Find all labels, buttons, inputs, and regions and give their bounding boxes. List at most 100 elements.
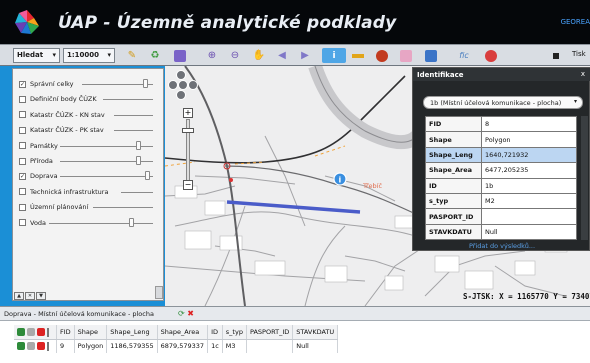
attribute-row[interactable]: Shape_Leng 1640,721932 [425,146,577,164]
tool-select[interactable]: Hledat ▾ [13,48,60,63]
close-icon[interactable]: x [581,70,585,78]
collapse-up-icon[interactable]: ▲ [14,292,24,300]
layer-opacity-thumb[interactable] [136,140,142,150]
attribute-key: Shape [425,131,482,148]
table-cell: 1186,579355 [106,339,158,353]
add-to-results-link[interactable]: Přidat do výsledků... [413,242,590,250]
zoom-in-button[interactable]: + [183,108,193,118]
table-cell: 1c [207,339,223,353]
layer-item[interactable]: ✓ Doprava [19,171,58,181]
zoom-to-icon[interactable] [17,327,25,336]
layer-opacity-thumb[interactable] [129,217,135,227]
layer-checkbox[interactable] [19,126,26,134]
layer-item[interactable]: Územní plánování [19,202,88,212]
attribute-row[interactable]: s_typ M2 [425,192,577,210]
layer-checkbox[interactable] [19,95,26,103]
info-icon[interactable]: i [322,48,346,63]
delete-icon[interactable] [37,327,45,336]
layer-checkbox[interactable] [19,203,26,211]
layer-item[interactable]: ✓ Správní celky [19,79,74,89]
attribute-row[interactable]: Shape_Area 6477,205235 [425,162,577,179]
measure-area-icon[interactable] [374,48,390,63]
attribute-row[interactable]: STAVKDATU Null [425,223,577,241]
recycle-icon[interactable]: ♻ [147,48,163,63]
layer-item[interactable]: Příroda [19,156,53,166]
pin-icon[interactable] [27,342,35,351]
layer-opacity-slider[interactable] [114,130,153,132]
attribute-row[interactable]: Shape Polygon [425,131,577,148]
close-icon[interactable]: ✕ [25,292,35,300]
results-row[interactable]: 9 Polygon 1186,579355 6879,579337 1c M3 Null [14,339,339,353]
zoom-to-icon[interactable] [17,342,25,351]
layer-item[interactable]: Katastr ČÚZK - PK stav [19,125,104,135]
forward-icon[interactable]: ▶ [297,48,313,63]
coordinate-readout: S-JTSK: X = 1165770 Y = 73407 [463,292,590,301]
measure-line-icon[interactable] [350,48,366,63]
scale-select[interactable]: 1:10000 ▾ [63,48,115,63]
layer-opacity-thumb[interactable] [145,171,151,181]
identify-dialog: Identifikace x 1b (Místní účelová komuni… [412,67,590,251]
print-button[interactable]: Tisk [570,48,588,63]
results-header-row: FID Shape Shape_Leng Shape_Area ID s_typ PASPO… [14,325,339,340]
row-checkbox[interactable] [47,342,49,352]
layer-opacity-slider[interactable] [92,207,153,209]
pan-south-icon[interactable] [176,90,186,100]
table-cell: 6879,579337 [157,339,209,353]
layer-checkbox[interactable] [19,111,26,119]
layer-checkbox[interactable]: ✓ [19,172,26,180]
pan-hand-icon[interactable]: ✋ [251,48,267,63]
row-checkbox[interactable] [47,327,49,337]
pan-west-icon[interactable] [168,80,178,90]
layer-label: Památky [30,141,58,150]
bucket-icon[interactable] [172,48,188,63]
layer-checkbox[interactable]: ✓ [19,80,26,88]
layer-item[interactable]: Voda [19,218,46,228]
pin-icon[interactable] [483,48,499,63]
layer-opacity-thumb[interactable] [136,156,142,165]
header-link[interactable]: GEOREA [561,18,590,26]
zoom-out-icon[interactable]: ⊖ [227,48,243,63]
results-tab[interactable]: Doprava - Místní účelová komunikace - pl… [0,307,590,321]
layers-icon[interactable] [423,48,439,63]
pan-north-icon[interactable] [176,70,186,80]
layer-opacity-slider[interactable] [121,191,153,193]
feature-select[interactable]: 1b (Místní účelová komunikace - plocha) ▾ [423,96,583,109]
attribute-row[interactable]: ID 1b [425,177,577,194]
attribute-row[interactable]: PASPORT_ID [425,208,577,225]
zoom-in-icon[interactable]: ⊕ [204,48,220,63]
pin-icon[interactable] [27,327,35,336]
settings-icon[interactable]: fic [456,48,472,63]
pencil-icon[interactable]: ✎ [124,48,140,63]
layer-checkbox[interactable] [19,219,26,227]
layer-checkbox[interactable] [19,142,26,150]
layer-opacity-slider[interactable] [60,176,153,178]
layer-opacity-slider[interactable] [114,114,153,116]
stop-icon[interactable] [548,48,564,63]
layer-item[interactable]: Katastr ČÚZK - KN stav [19,110,105,120]
layer-item[interactable]: Definiční body ČÚZK [19,94,97,104]
attribute-scrollbar[interactable] [581,116,588,240]
layers-scrollbar[interactable] [155,286,163,299]
attribute-value: 6477,205235 [481,162,577,179]
close-icon[interactable]: ✖ [187,309,194,318]
layer-opacity-slider[interactable] [103,99,153,101]
layer-opacity-thumb[interactable] [142,79,148,88]
layer-checkbox[interactable] [19,157,26,165]
layer-label: Katastr ČÚZK - KN stav [30,110,105,119]
back-icon[interactable]: ◀ [274,48,290,63]
refresh-icon[interactable]: ⟳ [178,309,185,318]
layer-item[interactable]: Technická infrastruktura [19,187,108,197]
zoom-out-button[interactable]: − [183,180,193,190]
pan-east-icon[interactable] [188,80,198,90]
layer-opacity-slider[interactable] [49,222,153,224]
eraser-icon[interactable] [398,48,414,63]
layer-label: Územní plánování [30,203,89,212]
attribute-key: STAVKDATU [425,223,482,241]
home-icon[interactable] [178,80,188,90]
zoom-slider-thumb[interactable] [182,128,194,133]
delete-icon[interactable] [37,342,45,351]
expand-down-icon[interactable]: ▼ [36,292,46,300]
layer-checkbox[interactable] [19,188,26,196]
attribute-row[interactable]: FID 8 [425,115,577,133]
layer-item[interactable]: Památky [19,141,58,151]
